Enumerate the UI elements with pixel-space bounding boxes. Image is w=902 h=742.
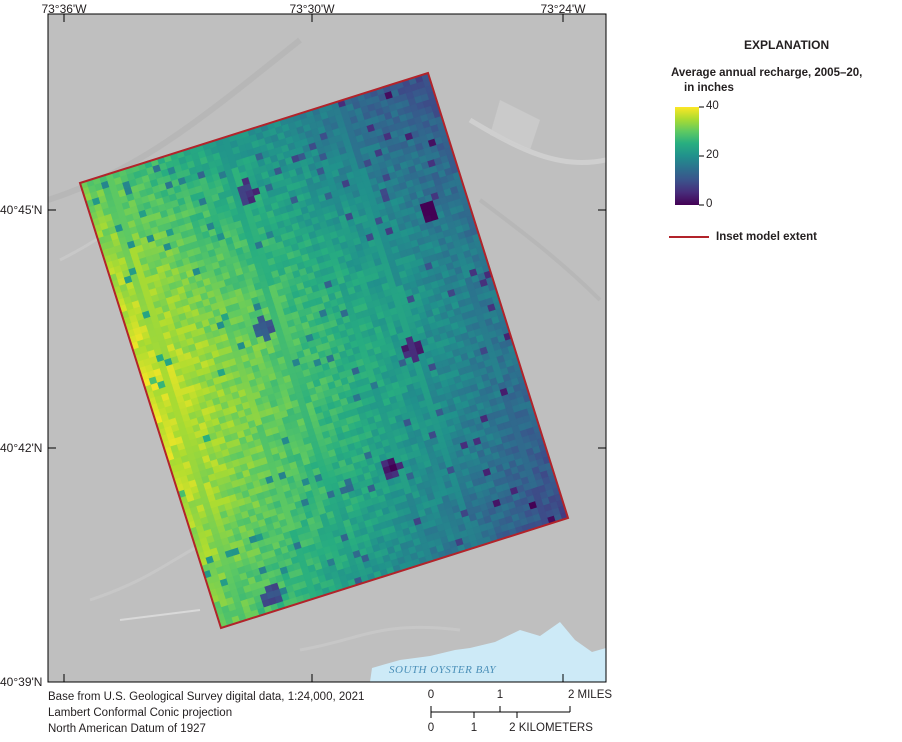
credit-datum: North American Datum of 1927	[48, 723, 206, 735]
scale-km-0: 0	[427, 722, 435, 734]
scale-km-1: 1	[470, 722, 478, 734]
colorbar-title: Average annual recharge, 2005–20, in inc…	[671, 66, 862, 96]
lat-label-south: 40°39'N	[0, 675, 43, 689]
colorbar-tick-mid: 20	[706, 149, 719, 161]
map-canvas	[47, 13, 709, 718]
colorbar-title-line1: Average annual recharge, 2005–20,	[671, 67, 863, 79]
scale-bar	[430, 706, 571, 718]
scale-mile-0: 0	[427, 689, 435, 701]
lat-label-middle: 40°42'N	[0, 441, 43, 455]
credit-source: Base from U.S. Geological Survey digital…	[48, 691, 365, 703]
lat-label-north: 40°45'N	[0, 203, 43, 217]
legend-extent-label: Inset model extent	[716, 231, 817, 243]
colorbar-ticks	[699, 106, 704, 206]
lon-label-center: 73°30'W	[289, 2, 335, 16]
scale-km-2: 2 KILOMETERS	[509, 722, 593, 734]
colorbar	[675, 107, 699, 205]
lon-label-east: 73°24'W	[540, 2, 586, 16]
credit-projection: Lambert Conformal Conic projection	[48, 707, 233, 719]
legend-title: EXPLANATION	[744, 38, 830, 52]
scale-mile-1: 1	[496, 689, 504, 701]
water-body-label: SOUTH OYSTER BAY	[389, 664, 497, 676]
colorbar-title-line2: in inches	[684, 82, 734, 94]
lon-label-west: 73°36'W	[41, 2, 87, 16]
colorbar-tick-min: 0	[706, 198, 713, 210]
colorbar-tick-max: 40	[706, 100, 719, 112]
scale-mile-2: 2 MILES	[567, 689, 613, 701]
